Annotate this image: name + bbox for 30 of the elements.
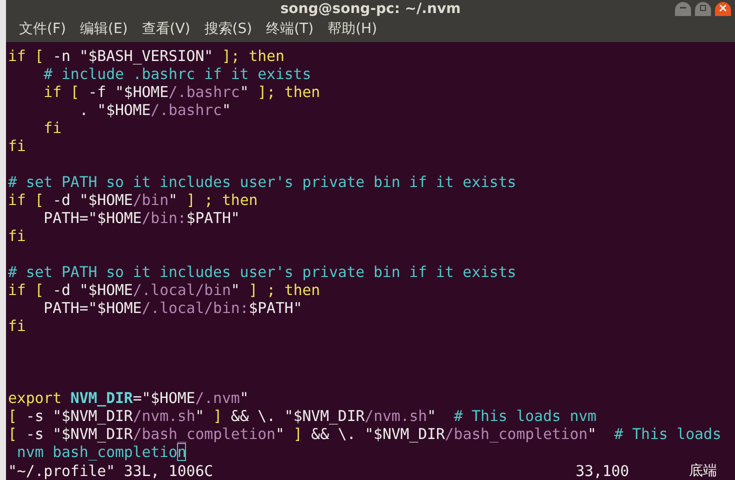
code-line: [ -s "$NVM_DIR/nvm.sh" ] && \. "$NVM_DIR/nvm.sh" # This loads nvm — [8, 407, 598, 425]
code-line: if [ -d "$HOME/bin" ] ; then — [8, 191, 259, 209]
code-line: if [ -d "$HOME/.local/bin" ] ; then — [8, 281, 322, 299]
code-line: # include .bashrc if it exists — [42, 65, 312, 83]
menu-item[interactable]: 编辑(E) — [72, 20, 135, 38]
minimize-icon[interactable] — [675, 2, 691, 16]
code-line: # set PATH so it includes user's private bin if it exists — [8, 263, 518, 281]
code-line: . "$HOME/.bashrc" — [78, 101, 232, 119]
window-title: song@song-pc: ~/.nvm — [280, 2, 461, 16]
scroll-position: 底端 — [689, 462, 717, 480]
close-icon[interactable] — [715, 2, 731, 16]
code-line: # set PATH so it includes user's private bin if it exists — [8, 173, 518, 191]
code-line: fi — [8, 227, 27, 245]
cursor-position: 33,100 — [576, 462, 630, 480]
code-line: fi — [8, 317, 27, 335]
code-line: [ -s "$NVM_DIR/bash_completion" ] && \. "$NVM_DIR/bash_completion" # This loads — [8, 425, 722, 443]
code-line: fi — [8, 137, 27, 155]
code-line: nvm bash_completion — [16, 443, 188, 461]
menu-item[interactable]: 终端(T) — [259, 20, 321, 38]
code-line: export NVM_DIR="$HOME/.nvm" — [8, 389, 250, 407]
code-line: PATH="$HOME/bin:$PATH" — [42, 209, 241, 227]
menu-item[interactable]: 搜索(S) — [197, 20, 260, 38]
code-line: if [ -f "$HOME/.bashrc" ]; then — [42, 83, 322, 101]
menu-item[interactable]: 查看(V) — [134, 20, 198, 38]
file-info: "~/.profile" 33L, 1006C — [8, 462, 214, 480]
code-line: if [ -n "$BASH_VERSION" ]; then — [8, 47, 286, 65]
menu-item[interactable]: 帮助(H) — [320, 20, 384, 38]
menu-item[interactable]: 文件(F) — [12, 20, 73, 38]
code-line: PATH="$HOME/.local/bin:$PATH" — [42, 299, 304, 317]
code-line: fi — [42, 119, 62, 137]
